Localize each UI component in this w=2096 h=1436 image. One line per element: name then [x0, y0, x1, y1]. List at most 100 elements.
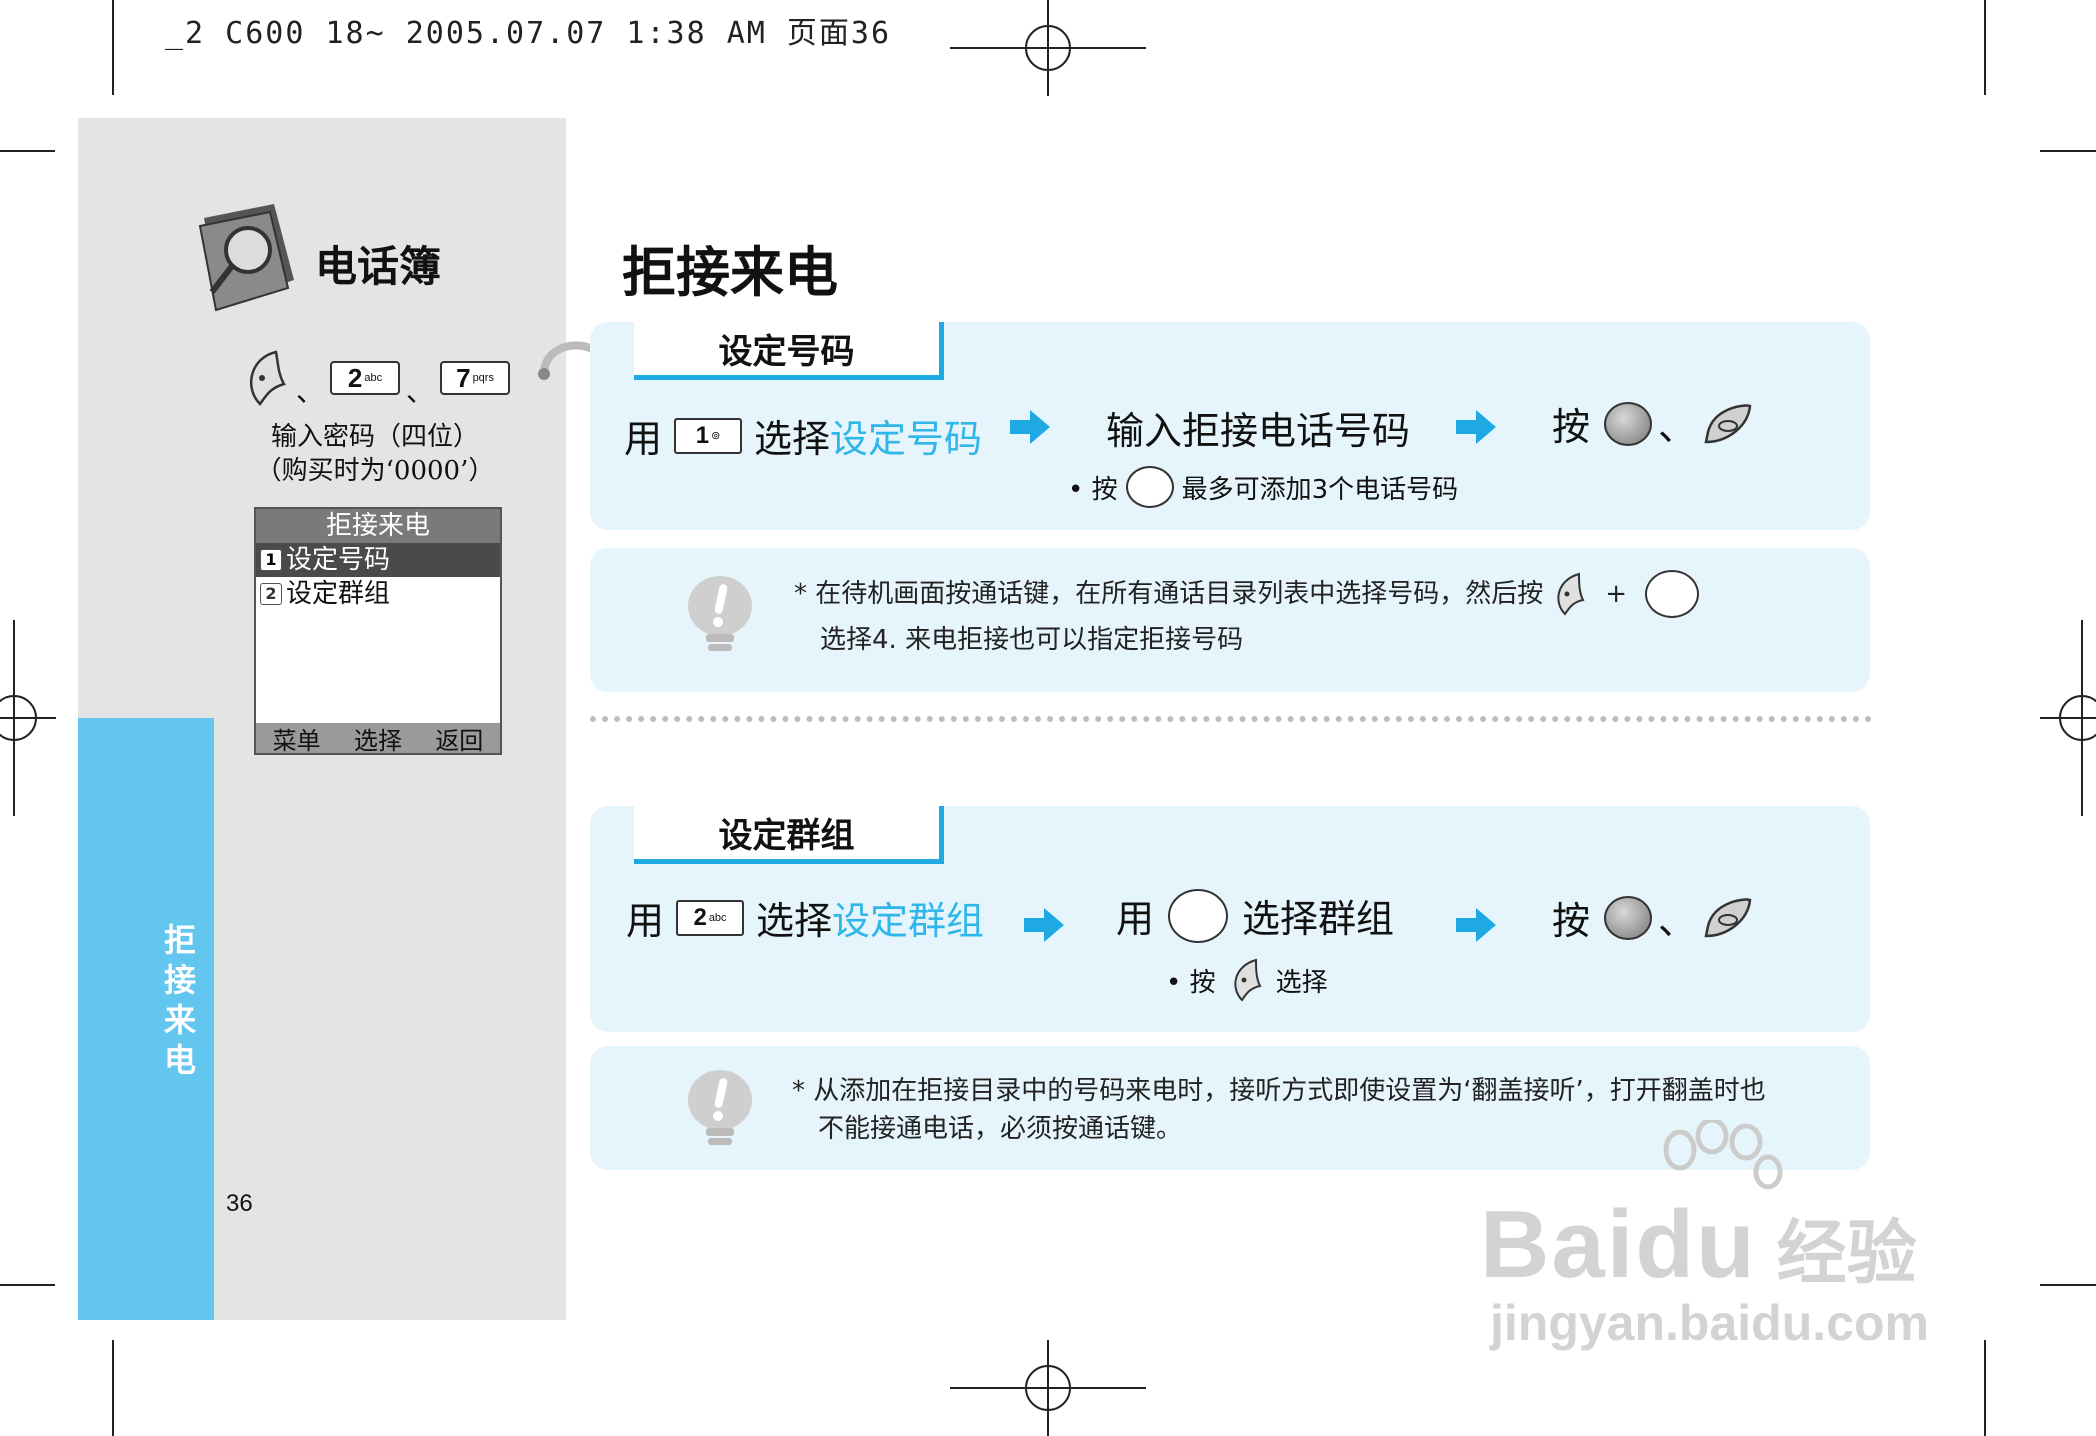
step1-set-group: 用 2 abc 选择 设定群组 [626, 890, 984, 945]
phone-menu-item[interactable]: 1 设定号码 [256, 543, 500, 577]
key-7-icon: 7 pqrs [440, 361, 511, 395]
tip-bulb-icon [688, 576, 752, 651]
crop-mark [112, 0, 114, 95]
registration-mark-top [950, 0, 1146, 96]
section-divider [590, 716, 1872, 722]
tip-text-2: * 从添加在拒接目录中的号码来电时，接听方式即使设置为‘翻盖接听’，打开翻盖时也… [792, 1072, 1766, 1148]
step-text: 、 [1658, 405, 1697, 449]
password-note: 输入密码（四位） （购买时为‘0000’） [240, 420, 510, 488]
step2-enter-number: 输入拒接电话号码 [1106, 409, 1411, 453]
tip-line: 不能接通电话，必须按通话键。 [818, 1114, 1183, 1144]
registration-mark-right [2040, 620, 2096, 816]
nav-key-icon [1125, 466, 1174, 508]
crop-mark [1984, 0, 1986, 95]
note-text: • 按 [1068, 474, 1118, 505]
item-number: 1 [260, 549, 282, 571]
page-title: 拒接来电 [622, 241, 838, 304]
step3-press: 按 、 [1552, 890, 1752, 945]
key-1-icon: 1 ⊚ [674, 417, 743, 454]
watermark-url: jingyan.baidu.com [1490, 1295, 1929, 1351]
crop-mark [2040, 1284, 2096, 1286]
end-call-key-icon [1704, 897, 1752, 937]
sidebar-title: 电话簿 [315, 242, 442, 291]
note-text: • 按 [1166, 967, 1216, 998]
registration-mark-bottom [950, 1340, 1146, 1436]
phone-screen-header: 拒接来电 [256, 509, 500, 543]
ok-key-icon [1604, 401, 1653, 446]
arrow-right-icon [1024, 908, 1064, 942]
step-text: 按 [1552, 899, 1591, 943]
left-soft-key-icon [1557, 572, 1585, 616]
tip-plus: + [1605, 579, 1628, 609]
print-header: _2 C600 18~ 2005.07.07 1:38 AM 页面36 [165, 16, 892, 51]
vertical-char: 拒 [163, 921, 196, 959]
step-text: 选择 [756, 899, 833, 943]
phone-softkey-bar: 菜单 选择 返回 [256, 721, 500, 756]
crop-mark [0, 1284, 55, 1286]
highlight-text: 设定号码 [830, 417, 983, 461]
phone-menu-item[interactable]: 2 设定群组 [256, 577, 500, 611]
step-text: 选择群组 [1242, 897, 1395, 941]
section-tab-set-number: 设定号码 [634, 322, 944, 380]
key-letters: abc [708, 911, 727, 924]
key-number: 2 [347, 362, 363, 393]
item-number: 2 [260, 583, 282, 605]
step3-press: 按 、 [1552, 396, 1752, 451]
step2-select-group: 用 选择群组 [1116, 888, 1394, 943]
section2-note: • 按 选择 [1166, 958, 1328, 1002]
softkey-select[interactable]: 选择 [354, 721, 402, 756]
key-letters: abc [364, 372, 383, 384]
registration-mark-left [0, 620, 56, 816]
step-text: 用 [624, 417, 663, 461]
highlight-text: 设定群组 [832, 899, 985, 943]
vertical-char: 电 [163, 1041, 196, 1079]
arrow-right-icon [1456, 410, 1496, 444]
key-2-icon: 2 abc [676, 899, 745, 936]
softkey-back[interactable]: 返回 [435, 721, 483, 756]
step-text: 用 [626, 899, 665, 943]
nav-key-icon [1645, 570, 1700, 618]
arrow-right-icon [1010, 410, 1050, 444]
vertical-char: 来 [163, 1001, 196, 1039]
note-text: 最多可添加3个电话号码 [1181, 474, 1459, 505]
item-label: 设定群组 [286, 579, 391, 609]
step-text: 选择 [754, 417, 831, 461]
key-separator: 、 [296, 375, 325, 408]
key-number: 1 [695, 421, 710, 449]
item-label: 设定号码 [286, 545, 391, 575]
sidebar-vertical-label: 拒 接 来 电 [160, 920, 200, 1080]
step-text: 、 [1658, 899, 1697, 943]
tip-bulb-icon [688, 1070, 752, 1145]
tip-text-1: * 在待机画面按通话键，在所有通话目录列表中选择号码，然后按 + 选择4. 来电… [794, 570, 1707, 662]
key-sequence: 、 2 abc 、 7 pqrs [240, 348, 511, 408]
key-number: 7 [456, 362, 471, 393]
phonebook-icon [198, 204, 294, 312]
crop-mark [1984, 1340, 1986, 1436]
left-soft-key-icon [250, 350, 286, 406]
tip-line: * 从添加在拒接目录中的号码来电时，接听方式即使设置为‘翻盖接听’，打开翻盖时也 [792, 1076, 1766, 1106]
note-line: （购买时为‘0000’） [255, 456, 495, 486]
crop-mark [112, 1340, 114, 1436]
tip-line: 选择4. 来电拒接也可以指定拒接号码 [820, 625, 1244, 655]
nav-key-icon [1168, 888, 1229, 943]
section-tab-set-group: 设定群组 [634, 806, 944, 864]
note-line: 输入密码（四位） [270, 422, 479, 452]
key-letters: pqrs [472, 372, 494, 384]
watermark-brand: Baidu [1480, 1191, 1757, 1298]
note-text: 选择 [1275, 967, 1328, 998]
softkey-menu[interactable]: 菜单 [273, 721, 321, 756]
key-separator: 、 [406, 375, 435, 408]
step-text: 用 [1116, 897, 1155, 941]
key-2-icon: 2 abc [330, 361, 401, 395]
end-call-key-icon [1704, 403, 1752, 443]
section1-note: • 按 最多可添加3个电话号码 [1068, 466, 1458, 508]
step-text: 按 [1552, 405, 1591, 449]
key-number: 2 [693, 903, 707, 931]
arrow-right-icon [1456, 908, 1496, 942]
crop-mark [2040, 150, 2096, 152]
page-number: 36 [226, 1190, 253, 1217]
phone-screen: 拒接来电 1 设定号码 2 设定群组 菜单 选择 返回 [254, 507, 502, 755]
ok-key-icon [1604, 895, 1653, 940]
left-soft-key-icon [1233, 958, 1262, 1002]
tip-line: * 在待机画面按通话键，在所有通话目录列表中选择号码，然后按 [794, 579, 1544, 609]
